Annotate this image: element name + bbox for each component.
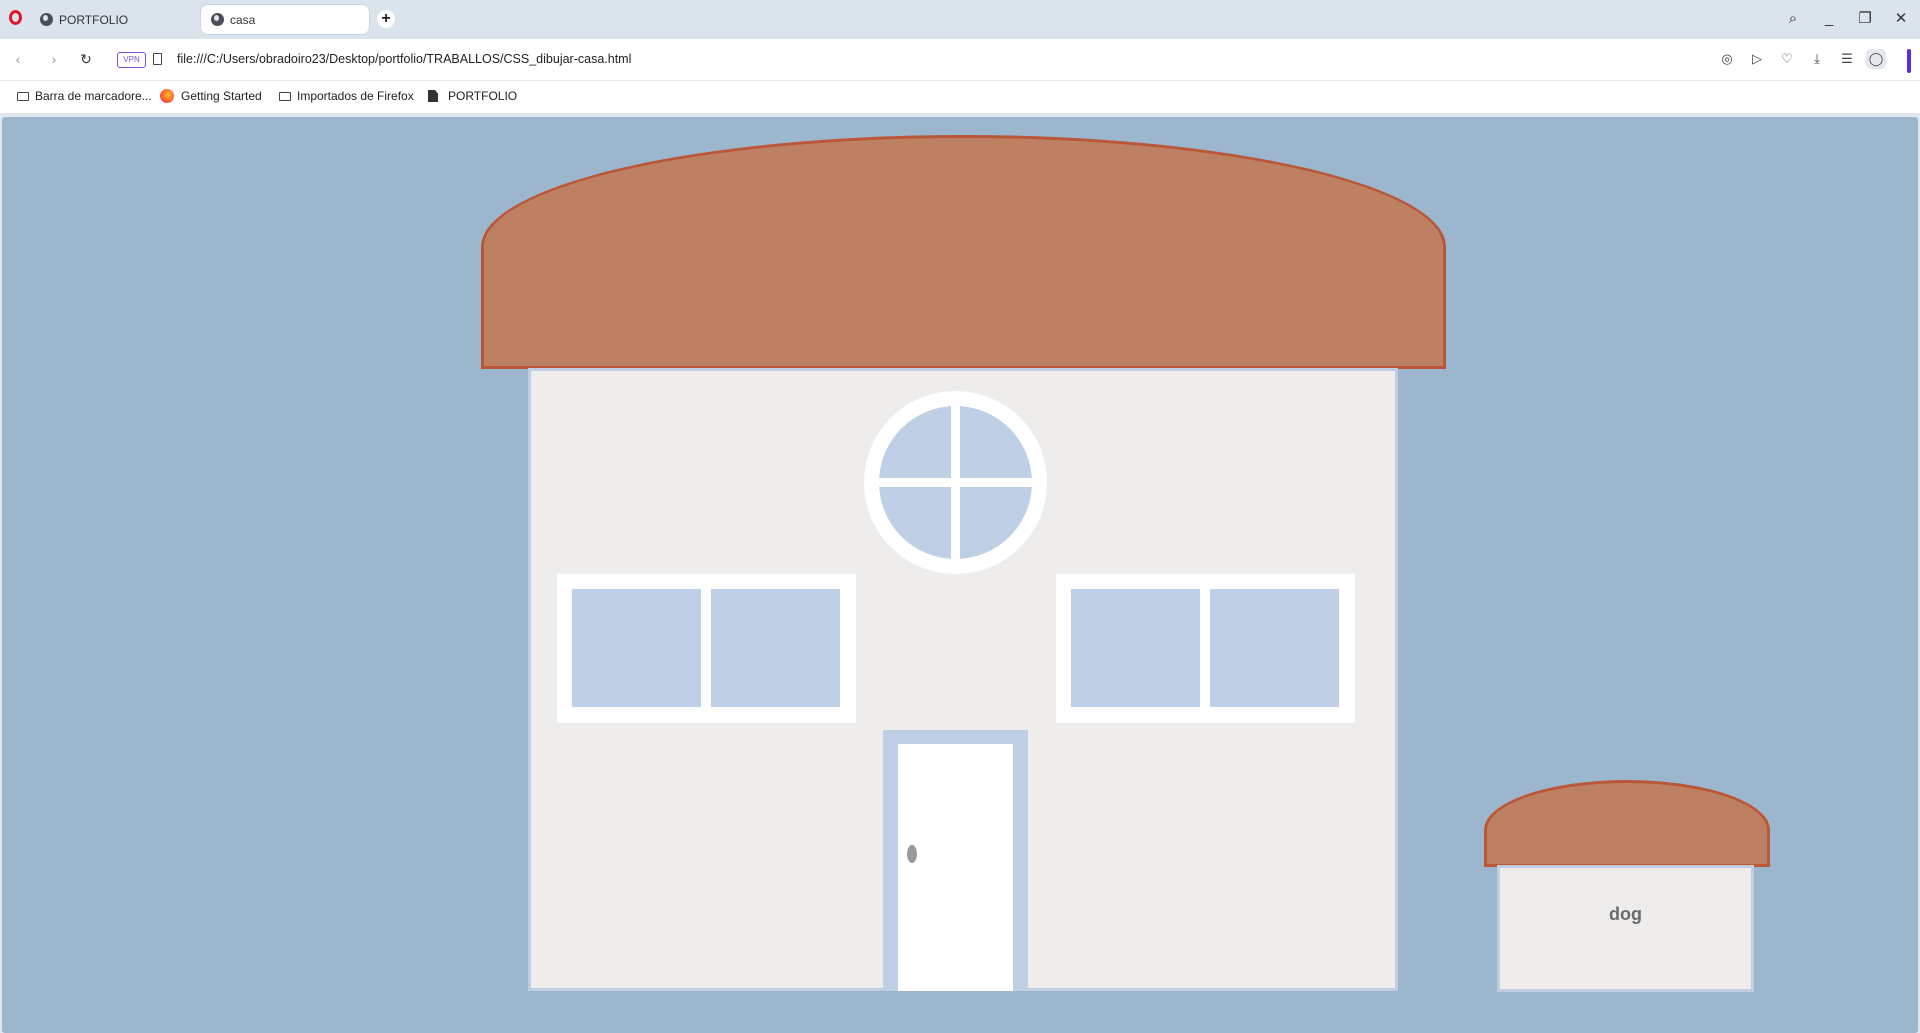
vpn-badge[interactable]: VPN (117, 52, 146, 68)
bookmark-label: Importados de Firefox (297, 89, 414, 103)
window-pane (572, 589, 701, 707)
tab-casa[interactable]: casa (201, 5, 369, 34)
send-icon[interactable]: ▷ (1747, 49, 1767, 69)
search-tabs-icon[interactable]: ⌕ (1782, 8, 1804, 30)
forward-button[interactable]: › (44, 49, 64, 69)
bookmarks-bar: Barra de marcadore... Getting Started Im… (0, 81, 1920, 113)
window-pane (1210, 589, 1339, 707)
minimize-button[interactable]: _ (1818, 8, 1840, 30)
url-field[interactable]: file:///C:/Users/obradoiro23/Desktop/por… (177, 52, 631, 66)
new-tab-button[interactable]: + (377, 10, 395, 28)
window-cross-horizontal (879, 478, 1032, 487)
file-icon (153, 53, 162, 65)
menu-icon[interactable]: ☰ (1837, 49, 1857, 69)
address-bar: ‹ › ↻ VPN file:///C:/Users/obradoiro23/D… (0, 39, 1920, 81)
door (898, 744, 1013, 991)
door-frame (883, 730, 1028, 991)
tab-portfolio[interactable]: PORTFOLIO (30, 5, 195, 34)
right-window (1056, 574, 1355, 723)
tab-label: casa (230, 12, 256, 27)
tab-strip: PORTFOLIO casa + ⌕ _ ❐ ✕ (0, 0, 1920, 39)
bookmark-item[interactable]: PORTFOLIO (428, 89, 517, 103)
window-pane (711, 589, 840, 707)
door-knob (907, 845, 917, 863)
sidebar-indicator[interactable] (1907, 49, 1911, 73)
folder-icon (279, 91, 291, 101)
bookmark-item[interactable]: Barra de marcadore... (17, 89, 152, 103)
left-window (557, 574, 856, 723)
firefox-icon (160, 89, 174, 103)
dog-label: dog (1609, 904, 1642, 924)
house-roof (481, 135, 1446, 369)
download-icon[interactable]: ⤓ (1807, 49, 1827, 69)
restore-button[interactable]: ❐ (1854, 8, 1876, 30)
bookmark-label: Barra de marcadore... (35, 89, 152, 103)
window-pane (1071, 589, 1200, 707)
reload-button[interactable]: ↻ (76, 49, 96, 69)
globe-icon (211, 13, 224, 26)
bookmark-item[interactable]: Getting Started (160, 89, 262, 103)
document-icon (428, 90, 438, 102)
tab-label: PORTFOLIO (59, 12, 129, 27)
folder-icon (17, 91, 29, 101)
bookmark-item[interactable]: Importados de Firefox (279, 89, 414, 103)
globe-icon (40, 13, 53, 26)
close-window-button[interactable]: ✕ (1890, 8, 1912, 30)
heart-icon[interactable]: ♡ (1777, 49, 1797, 69)
profile-icon[interactable]: ◯ (1866, 49, 1886, 69)
back-button[interactable]: ‹ (8, 49, 28, 69)
opera-logo-icon[interactable] (9, 10, 22, 25)
dog-house: dog (1497, 865, 1754, 992)
round-window (864, 391, 1047, 574)
camera-icon[interactable]: ◎ (1717, 49, 1737, 69)
bookmark-label: Getting Started (181, 89, 262, 103)
round-window-glass (879, 406, 1032, 559)
bookmark-label: PORTFOLIO (448, 89, 518, 103)
